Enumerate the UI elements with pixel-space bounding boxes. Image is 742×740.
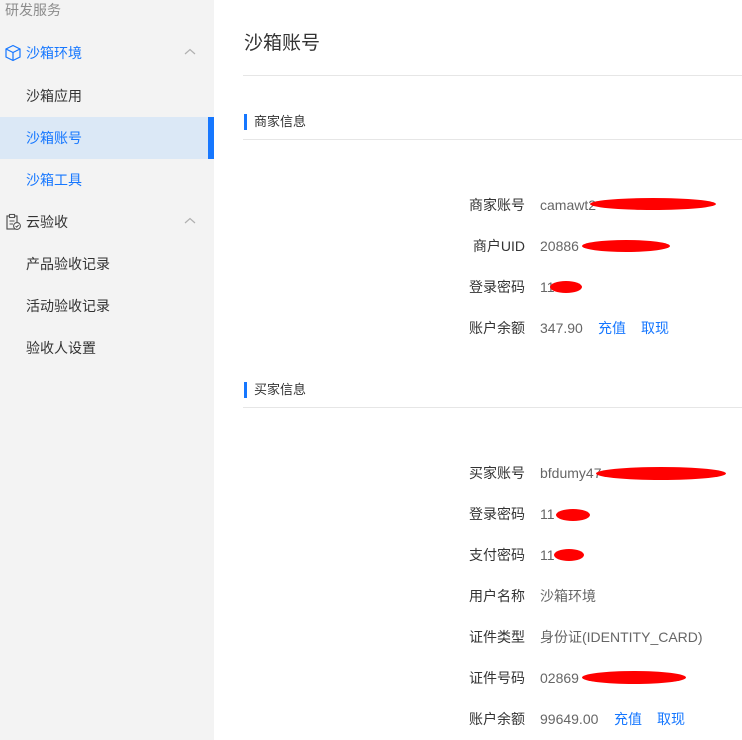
field-label: 商家账号	[469, 197, 525, 213]
field-label: 账户余额	[469, 711, 525, 727]
field-buyer-pay-password: 支付密码 11	[214, 543, 742, 567]
field-label: 证件类型	[469, 629, 525, 645]
sidebar-section-label: 研发服务	[5, 2, 61, 18]
sidebar-item-label: 沙箱应用	[26, 88, 82, 104]
field-buyer-login-password: 登录密码 11	[214, 502, 742, 526]
main-content: 沙箱账号 商家信息 商家账号 camawt2 商户UID 20886 登录密码 …	[214, 0, 742, 740]
withdraw-link[interactable]: 取现	[657, 707, 685, 731]
sidebar: 研发服务 沙箱环境 沙箱应用 沙箱账号 沙箱工具 云验收 产品验收记录 活动验收…	[0, 0, 214, 740]
sidebar-item-sandbox-account[interactable]: 沙箱账号	[0, 117, 214, 159]
chevron-up-icon[interactable]	[184, 215, 196, 227]
field-value: bfdumy47	[540, 465, 602, 481]
field-label: 登录密码	[469, 279, 525, 295]
divider	[243, 139, 742, 140]
field-buyer-username: 用户名称 沙箱环境	[214, 584, 742, 608]
field-label: 商户UID	[472, 238, 525, 254]
field-value: 沙箱环境	[540, 588, 596, 604]
field-buyer-balance: 账户余额 99649.00 充值 取现	[214, 707, 742, 731]
field-merchant-uid: 商户UID 20886	[214, 234, 742, 258]
field-merchant-balance: 账户余额 347.90 充值 取现	[214, 316, 742, 340]
warning-banner	[244, 0, 742, 7]
field-label: 支付密码	[469, 547, 525, 563]
redaction-mark	[556, 509, 590, 521]
field-value: 11	[540, 547, 555, 563]
redaction-mark	[550, 281, 582, 293]
redaction-mark	[582, 240, 670, 252]
sidebar-item-label: 沙箱账号	[26, 130, 82, 146]
redaction-mark	[554, 549, 584, 561]
field-value: 11	[540, 506, 555, 522]
sidebar-item-sandbox-app[interactable]: 沙箱应用	[0, 75, 214, 117]
field-value: 347.90	[540, 320, 583, 336]
recharge-link[interactable]: 充值	[598, 316, 626, 340]
sidebar-item-label: 沙箱工具	[26, 172, 82, 188]
field-label: 证件号码	[469, 670, 525, 686]
field-value: 身份证(IDENTITY_CARD)	[540, 629, 703, 645]
chevron-up-icon[interactable]	[184, 46, 196, 58]
redaction-mark	[590, 198, 716, 210]
recharge-link[interactable]: 充值	[614, 707, 642, 731]
sidebar-item-product-acceptance[interactable]: 产品验收记录	[0, 243, 214, 285]
sidebar-group-cloud-acceptance[interactable]: 云验收	[0, 201, 214, 243]
field-value: 20886	[540, 238, 579, 254]
withdraw-link[interactable]: 取现	[641, 316, 669, 340]
section-title-buyer: 买家信息	[244, 382, 306, 398]
field-label: 用户名称	[469, 588, 525, 604]
field-label: 账户余额	[469, 320, 525, 336]
field-buyer-account: 买家账号 bfdumy47	[214, 461, 742, 485]
sidebar-item-label: 验收人设置	[26, 340, 96, 356]
redaction-mark	[582, 671, 686, 684]
field-buyer-id-number: 证件号码 02869	[214, 666, 742, 690]
warning-banner-clipped-text	[244, 0, 742, 2]
sidebar-group-label: 云验收	[26, 214, 68, 230]
field-value: 99649.00	[540, 711, 599, 727]
clipboard-check-icon	[6, 213, 21, 230]
redaction-mark	[596, 467, 726, 480]
sidebar-item-label: 活动验收记录	[26, 298, 110, 314]
sidebar-item-sandbox-tools[interactable]: 沙箱工具	[0, 159, 214, 201]
cube-icon	[5, 44, 21, 62]
sidebar-group-label: 沙箱环境	[26, 45, 82, 61]
sidebar-item-label: 产品验收记录	[26, 256, 110, 272]
divider	[243, 407, 742, 408]
field-label: 登录密码	[469, 506, 525, 522]
field-buyer-id-type: 证件类型 身份证(IDENTITY_CARD)	[214, 625, 742, 649]
field-merchant-login-password: 登录密码 11	[214, 275, 742, 299]
field-value: camawt2	[540, 197, 597, 213]
field-label: 买家账号	[469, 465, 525, 481]
sidebar-group-sandbox[interactable]: 沙箱环境	[0, 32, 214, 74]
page-title: 沙箱账号	[244, 33, 321, 54]
divider	[243, 75, 742, 76]
section-title-merchant: 商家信息	[244, 114, 306, 130]
sidebar-item-acceptor-settings[interactable]: 验收人设置	[0, 327, 214, 369]
sidebar-item-activity-acceptance[interactable]: 活动验收记录	[0, 285, 214, 327]
field-value: 02869	[540, 670, 579, 686]
field-merchant-account: 商家账号 camawt2	[214, 193, 742, 217]
